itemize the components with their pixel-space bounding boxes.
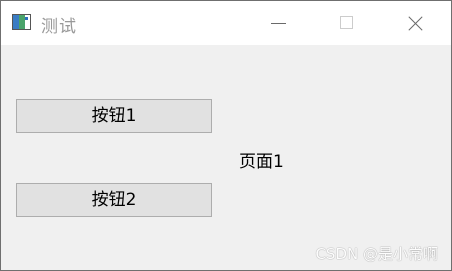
minimize-icon <box>271 23 286 24</box>
main-window: 测试 按钮1 页面1 按钮2 CSDN @是小常啊 <box>0 0 452 271</box>
minimize-button[interactable] <box>255 1 301 45</box>
window-title: 测试 <box>41 17 77 37</box>
close-button[interactable] <box>393 1 439 45</box>
close-icon <box>408 15 424 31</box>
button-2[interactable]: 按钮2 <box>16 183 212 217</box>
app-icon <box>12 14 31 30</box>
title-bar[interactable]: 测试 <box>1 1 451 45</box>
maximize-icon <box>340 16 353 29</box>
page-label: 页面1 <box>239 152 284 172</box>
watermark-text: CSDN @是小常啊 <box>315 245 438 263</box>
maximize-button[interactable] <box>323 1 369 45</box>
button-1[interactable]: 按钮1 <box>16 99 212 133</box>
